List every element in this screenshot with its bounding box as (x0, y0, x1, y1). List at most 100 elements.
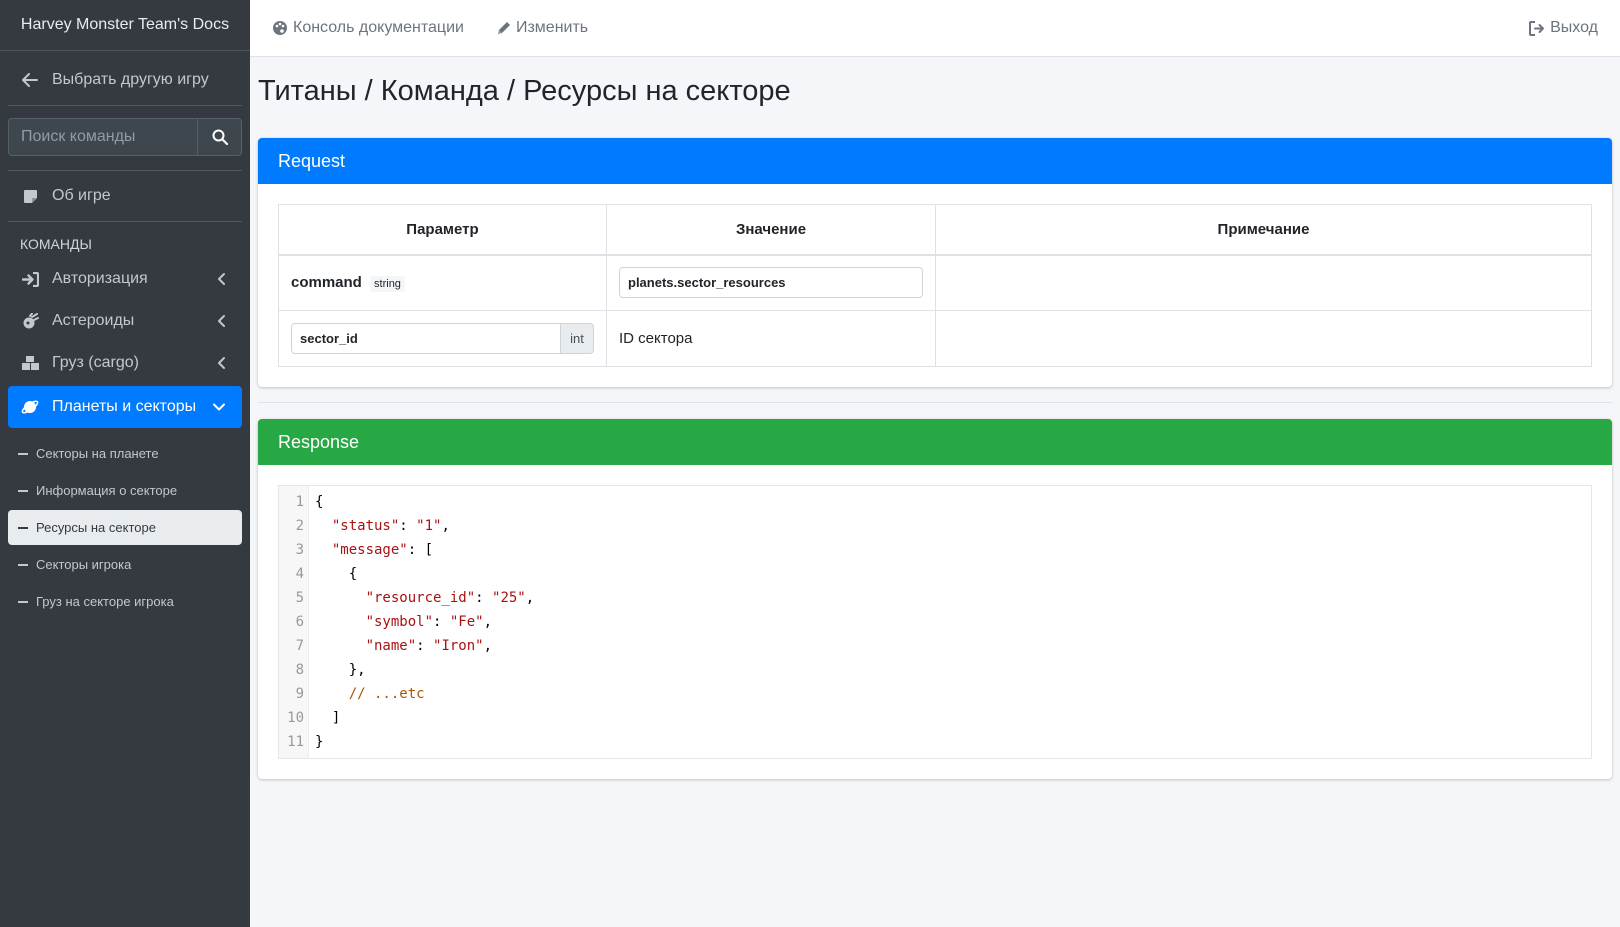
response-card: Response 1 2 3 4 5 6 7 8 9 10 11 { "status": "1", … (258, 419, 1612, 779)
line-number: 6 (295, 614, 304, 630)
note-cell (935, 310, 1592, 367)
back-to-games-label: Выбрать другую игру (52, 71, 209, 88)
table-row: int ID сектора (278, 310, 1592, 367)
logout-link[interactable]: Выход (1529, 19, 1598, 37)
pencil-icon (496, 21, 511, 36)
brand-title[interactable]: Harvey Monster Team's Docs (0, 0, 250, 51)
code-line: "message": [ (331, 542, 434, 558)
sidebar-item-asteroids[interactable]: Астероиды (8, 300, 242, 342)
line-number: 11 (287, 734, 304, 750)
line-number: 5 (295, 590, 304, 606)
docs-console-link[interactable]: Консоль документации (272, 19, 464, 37)
palette-icon (272, 20, 288, 36)
table-header-row: Параметр Значение Примечание (278, 204, 1592, 256)
divider (8, 221, 242, 222)
code-line: }, (315, 662, 366, 678)
sidebar-subitem-planet-sectors[interactable]: Секторы на планете (8, 436, 242, 471)
line-number: 8 (295, 662, 304, 678)
sidebar-subitem-label: Информация о секторе (36, 483, 178, 498)
boxes-icon (20, 355, 40, 371)
meteor-icon (20, 312, 40, 330)
line-number: 4 (295, 566, 304, 582)
sidebar-item-about-label: Об игре (52, 187, 111, 204)
param-cell: int (278, 310, 607, 367)
globe-icon (20, 398, 40, 416)
top-navbar: Консоль документации Изменить Выход (250, 0, 1620, 57)
code-block[interactable]: 1 2 3 4 5 6 7 8 9 10 11 { "status": "1", "message"… (278, 485, 1592, 759)
code-line: "resource_id": "25", (365, 590, 535, 606)
request-card: Request Параметр Значение Примечание com… (258, 138, 1612, 387)
line-number: 7 (295, 638, 304, 654)
nav-header-commands: КОМАНДЫ (20, 236, 92, 252)
sidebar-item-auth[interactable]: Авторизация (8, 258, 242, 300)
param-cell: command string (278, 254, 607, 311)
search-icon (212, 129, 228, 145)
request-card-header: Request (258, 138, 1612, 184)
sidebar-item-asteroids-label: Астероиды (52, 312, 135, 329)
sidebar-nav: Выбрать другую игру Об игре КОМАНДЫ Авто… (0, 51, 250, 619)
code-line: } (315, 734, 324, 750)
note-cell (935, 254, 1592, 311)
sidebar: Harvey Monster Team's Docs Выбрать другу… (0, 0, 250, 927)
edit-label: Изменить (515, 19, 589, 36)
code-line: { (315, 494, 324, 510)
value-cell (606, 254, 936, 311)
logout-label: Выход (1550, 19, 1598, 36)
sidebar-subitem-sector-info[interactable]: Информация о секторе (8, 473, 242, 508)
docs-console-label: Консоль документации (293, 19, 464, 36)
column-header-param: Параметр (278, 204, 607, 256)
sign-in-icon (20, 271, 40, 287)
minus-icon (18, 600, 28, 603)
line-number: 1 (295, 494, 304, 510)
sidebar-item-planets-label: Планеты и секторы (52, 398, 197, 415)
sticky-note-icon (20, 189, 40, 204)
command-value-input[interactable] (619, 267, 923, 299)
sidebar-item-about[interactable]: Об игре (8, 175, 242, 217)
chevron-left-icon (217, 272, 226, 286)
main-content: Титаны / Команда / Ресурсы на секторе Re… (258, 57, 1612, 779)
sign-out-icon (1529, 20, 1545, 36)
code-line: "name": "Iron", (365, 638, 493, 654)
edit-link[interactable]: Изменить (496, 19, 588, 37)
param-name: command (291, 273, 362, 291)
sidebar-subitem-player-sector-cargo[interactable]: Груз на секторе игрока (8, 584, 242, 619)
section-divider (258, 402, 1612, 403)
code-line: "status": "1", (331, 518, 450, 534)
line-number: 3 (295, 542, 304, 558)
command-search-input[interactable] (8, 118, 197, 156)
table-row: command string (278, 254, 1592, 311)
minus-icon (18, 489, 28, 492)
sidebar-subitem-label: Секторы на планете (36, 446, 159, 461)
search-button[interactable] (197, 118, 242, 156)
column-header-note: Примечание (935, 204, 1592, 256)
sector-id-input[interactable] (291, 323, 561, 354)
sidebar-item-cargo-label: Груз (cargo) (52, 354, 139, 371)
type-addon: int (561, 323, 594, 354)
request-card-body: Параметр Значение Примечание command str… (258, 184, 1612, 387)
line-number: 10 (287, 710, 304, 726)
sector-id-group: int (291, 323, 594, 354)
chevron-left-icon (217, 356, 226, 370)
sidebar-item-cargo[interactable]: Груз (cargo) (8, 342, 242, 384)
sidebar-item-planets[interactable]: Планеты и секторы (8, 386, 242, 428)
chevron-left-icon (217, 314, 226, 328)
value-cell: ID сектора (606, 310, 936, 367)
arrow-left-icon (20, 73, 40, 87)
sidebar-subitem-player-sectors[interactable]: Секторы игрока (8, 547, 242, 582)
back-to-games-link[interactable]: Выбрать другую игру (8, 59, 242, 101)
minus-icon (18, 563, 28, 566)
page-title: Титаны / Команда / Ресурсы на секторе (258, 75, 791, 107)
sidebar-subitem-sector-resources[interactable]: Ресурсы на секторе (8, 510, 242, 545)
code-line: { (315, 566, 358, 582)
code-line: ] (315, 710, 341, 726)
column-header-value: Значение (606, 204, 936, 256)
code-line: "symbol": "Fe", (365, 614, 493, 630)
response-card-header: Response (258, 419, 1612, 465)
code-line: // ...etc (348, 686, 425, 702)
line-numbers: 1 2 3 4 5 6 7 8 9 10 11 (279, 486, 309, 758)
sidebar-subitem-label: Секторы игрока (36, 557, 132, 572)
chevron-down-icon (212, 403, 226, 412)
minus-icon (18, 452, 28, 455)
code-lines: { "status": "1", "message": [ { "resourc… (309, 486, 1591, 758)
sidebar-item-auth-label: Авторизация (52, 270, 148, 287)
